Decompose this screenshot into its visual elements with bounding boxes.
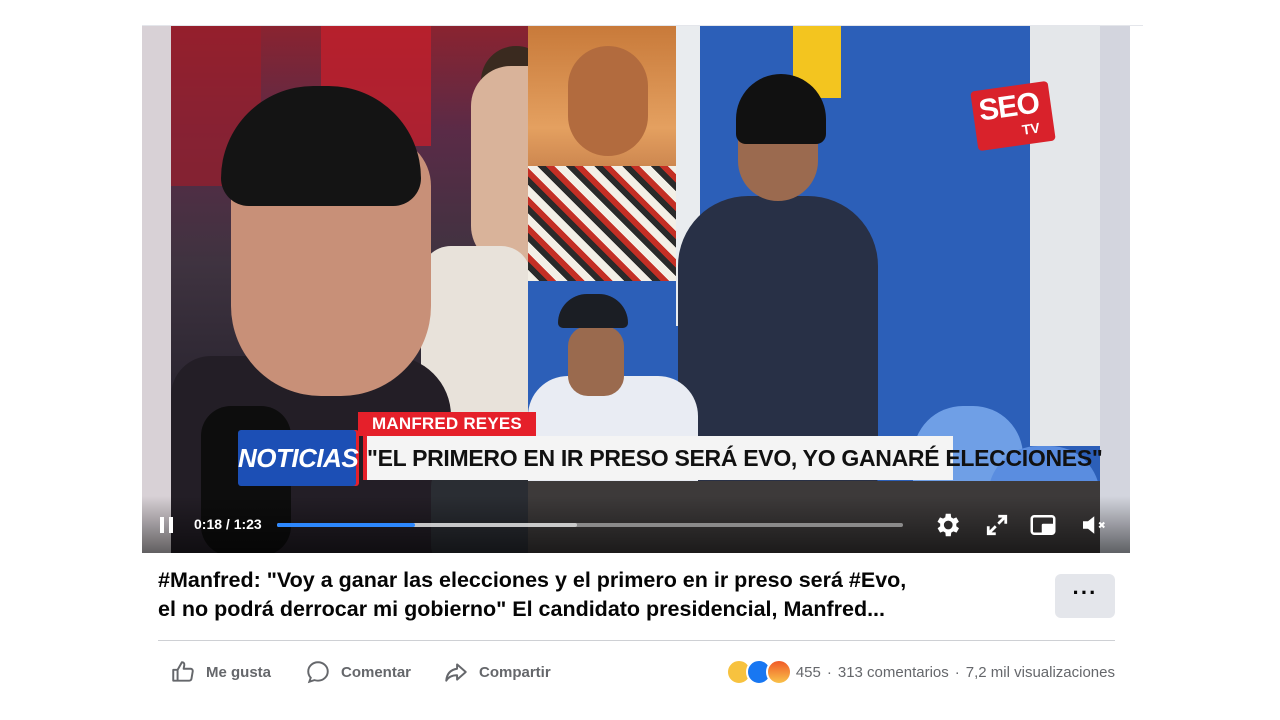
angry-reaction-icon bbox=[765, 659, 792, 685]
picture-in-picture-icon[interactable] bbox=[1028, 510, 1058, 540]
seek-bar-progress bbox=[277, 523, 415, 527]
post-stats: 455 · 313 comentarios · 7,2 mil visualiz… bbox=[725, 656, 1115, 688]
comments-count[interactable]: 313 comentarios bbox=[838, 664, 949, 681]
post-caption-line-2: el no podrá derrocar mi gobierno" El can… bbox=[158, 597, 886, 621]
share-button[interactable]: Compartir bbox=[443, 656, 551, 688]
caption-divider bbox=[158, 640, 1115, 641]
reaction-count[interactable]: 455 bbox=[796, 664, 821, 681]
stats-separator: · bbox=[954, 663, 960, 681]
views-count: 7,2 mil visualizaciones bbox=[965, 663, 1115, 681]
like-label: Me gusta bbox=[206, 663, 272, 681]
time-display: 0:18 / 1:23 bbox=[194, 516, 262, 532]
comment-button[interactable]: Comentar bbox=[305, 656, 411, 688]
video-letterbox-left bbox=[142, 26, 171, 553]
share-arrow-icon bbox=[445, 663, 467, 682]
comment-label: Comentar bbox=[341, 663, 412, 681]
post-caption[interactable]: #Manfred: "Voy a ganar las elecciones y … bbox=[158, 566, 1038, 624]
seek-bar[interactable] bbox=[277, 523, 903, 527]
settings-icon[interactable] bbox=[932, 510, 962, 540]
comment-bubble-icon bbox=[307, 661, 329, 684]
fullscreen-icon[interactable] bbox=[982, 510, 1012, 540]
share-label: Compartir bbox=[479, 663, 551, 681]
lower-third-quote: "EL PRIMERO EN IR PRESO SERÁ EVO, YO GAN… bbox=[363, 436, 1103, 480]
channel-logo: SEO TV bbox=[970, 80, 1056, 152]
video-letterbox-right bbox=[1100, 26, 1130, 553]
volume-muted-icon[interactable] bbox=[1078, 510, 1108, 540]
thumbs-up-icon bbox=[172, 661, 194, 682]
video-player[interactable]: SEO TV MANFRED REYES "EL PRIMERO EN IR P… bbox=[142, 26, 1130, 553]
more-options-button[interactable]: ··· bbox=[1055, 574, 1115, 618]
like-button[interactable]: Me gusta bbox=[170, 656, 271, 688]
pause-icon[interactable] bbox=[160, 517, 174, 533]
stats-separator: · bbox=[826, 663, 832, 681]
reaction-icons[interactable] bbox=[725, 659, 792, 685]
post-caption-line-1: #Manfred: "Voy a ganar las elecciones y … bbox=[158, 568, 907, 592]
lower-third-brand: NOTICIAS bbox=[238, 430, 359, 486]
player-controls: 0:18 / 1:23 bbox=[142, 496, 1130, 553]
lower-third-name: MANFRED REYES bbox=[358, 412, 536, 436]
channel-logo-sub: TV bbox=[1020, 119, 1041, 138]
